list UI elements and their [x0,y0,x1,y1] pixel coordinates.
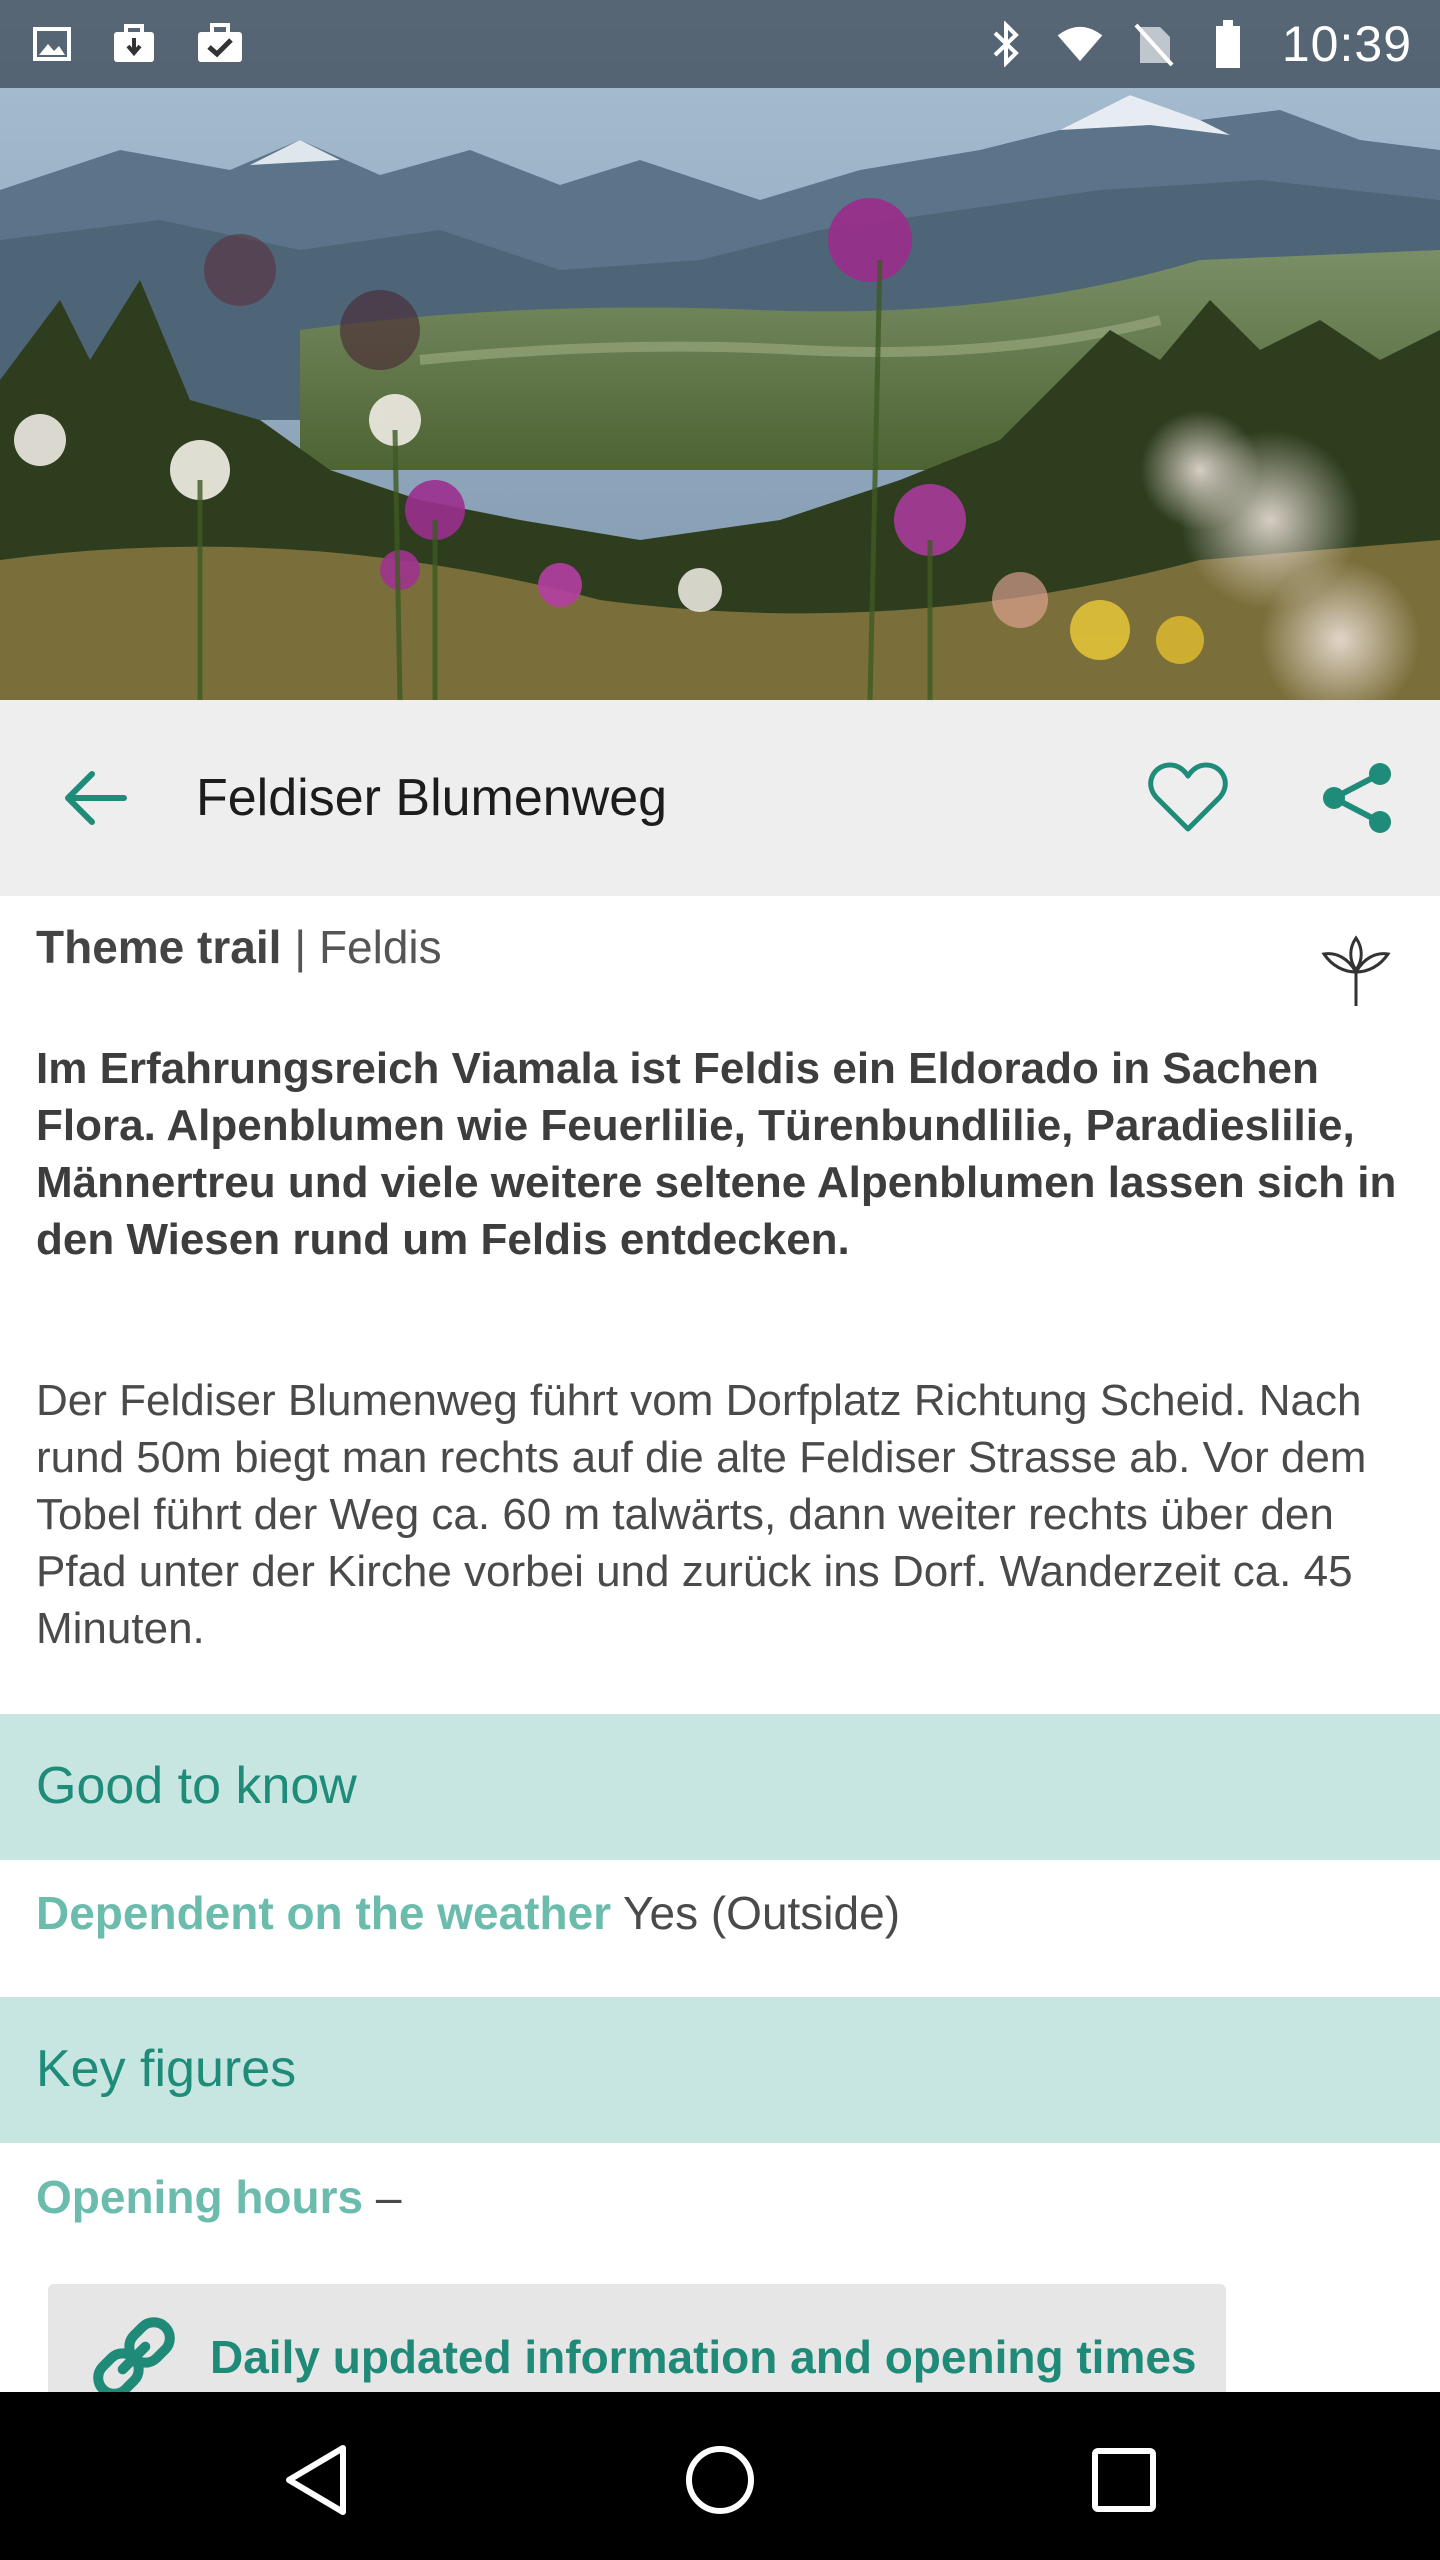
weather-value: Yes (Outside) [611,1887,901,1939]
opening-hours-value: – [363,2171,402,2223]
arrow-left-icon [65,771,127,825]
section-header-key-figures: Key figures [0,1997,1440,2143]
category-line: Theme trail | Feldis [36,920,442,974]
wifi-icon [1056,20,1104,68]
opening-hours-row: Opening hours – [36,2170,401,2224]
status-bar: 10:39 [0,0,1440,88]
back-button[interactable] [60,766,132,830]
heart-outline-icon [1148,762,1228,832]
category-type: Theme trail [36,921,282,973]
share-icon [1323,763,1391,833]
nav-back-icon [286,2445,346,2515]
page-title: Feldiser Blumenweg [196,769,668,827]
app-bar: Feldiser Blumenweg [0,700,1440,896]
briefcase-download-icon [112,20,160,68]
nav-recents-button[interactable] [1076,2432,1172,2528]
opening-hours-key: Opening hours [36,2171,364,2223]
nav-recents-icon [1092,2448,1156,2512]
image-icon [28,20,76,68]
lead-paragraph: Im Erfahrungsreich Viamala ist Feldis ei… [36,1044,1397,1264]
category-place: Feldis [318,921,442,973]
screen: 10:39 Feldiser Blumenweg Theme trail | F… [0,0,1440,2560]
share-button[interactable] [1310,758,1406,838]
link-label: Daily updated information and opening ti… [210,2331,1197,2383]
landscape-illustration [0,0,1440,700]
navigation-bar [0,2392,1440,2560]
weather-dependency-row: Dependent on the weather Yes (Outside) [36,1886,900,1940]
favorite-button[interactable] [1140,758,1236,838]
description-paragraph: Der Feldiser Blumenweg führt vom Dorfpla… [36,1376,1367,1653]
nav-back-button[interactable] [268,2432,364,2528]
hero-image [0,0,1440,700]
nav-home-button[interactable] [672,2432,768,2528]
plant-icon [1316,932,1396,1012]
battery-icon [1204,20,1252,68]
section-header-good-to-know: Good to know [0,1714,1440,1860]
nav-home-icon [686,2446,754,2514]
weather-key: Dependent on the weather [36,1887,612,1939]
clock: 10:39 [1281,16,1412,72]
briefcase-check-icon [196,20,244,68]
section-title: Good to know [36,1757,357,1815]
bluetooth-icon [982,20,1030,68]
no-sim-icon [1130,20,1178,68]
category-separator: | [281,921,319,973]
section-title: Key figures [36,2040,297,2098]
